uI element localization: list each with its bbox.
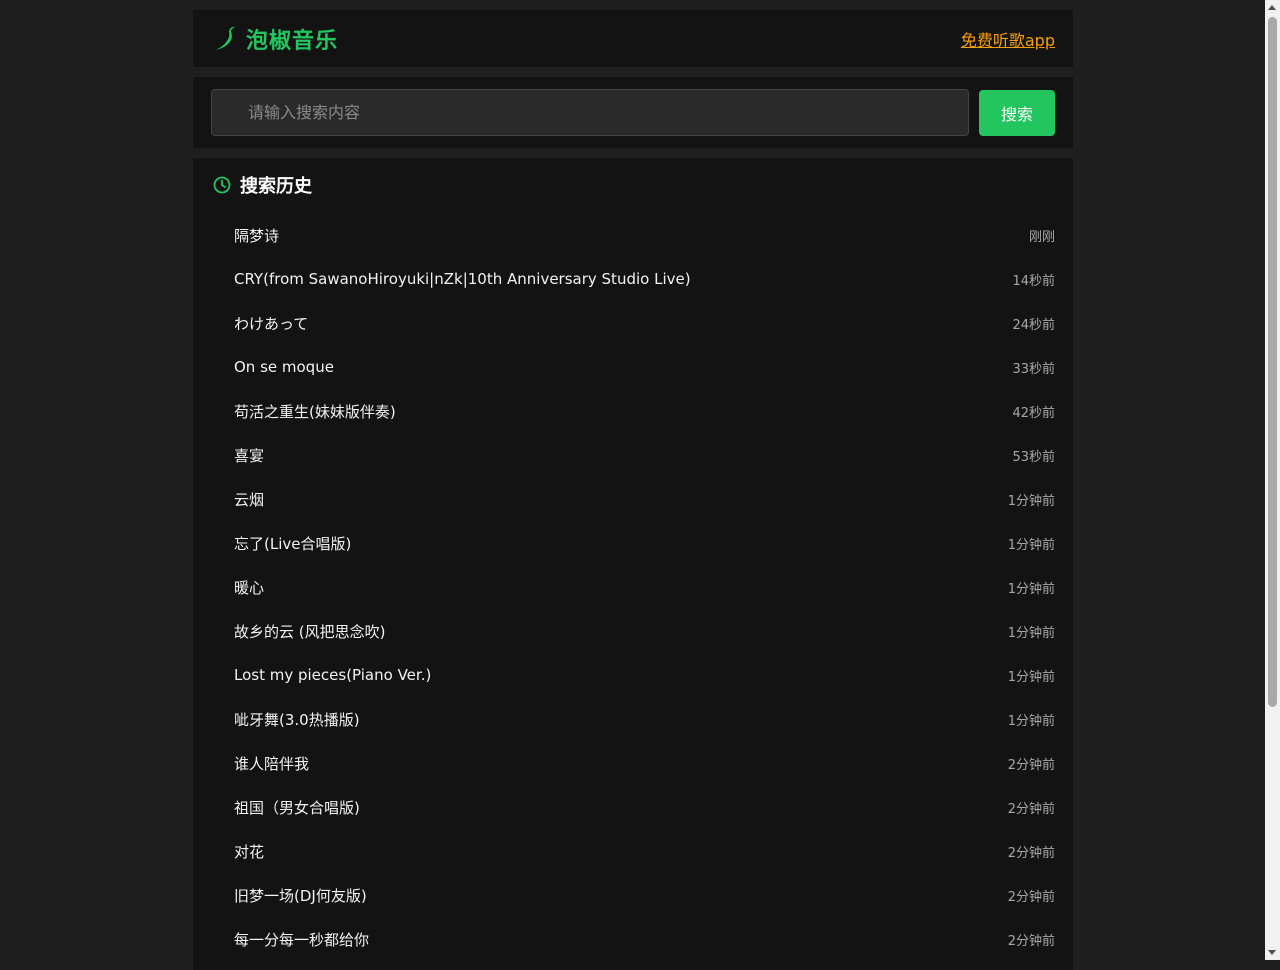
- history-item-title: 云烟: [234, 490, 265, 509]
- history-item-time: 2分钟前: [1007, 845, 1055, 861]
- search-history-list: 隔梦诗 刚刚 CRY(from SawanoHiroyuki|nZk|10th An…: [213, 213, 1055, 961]
- clock-icon: [213, 176, 231, 194]
- history-item-time: 1分钟前: [1007, 493, 1055, 509]
- brand-name: 泡椒音乐: [246, 28, 339, 54]
- history-item[interactable]: 喜宴 53秒前: [213, 433, 1055, 477]
- history-item-title: 隔梦诗: [234, 226, 280, 245]
- history-item-title: 旧梦一场(DJ何友版): [234, 886, 367, 905]
- history-item[interactable]: Lost my pieces(Piano Ver.) 1分钟前: [213, 653, 1055, 697]
- history-item[interactable]: 云烟 1分钟前: [213, 477, 1055, 521]
- history-item-time: 2分钟前: [1007, 933, 1055, 949]
- history-item-time: 1分钟前: [1007, 625, 1055, 641]
- history-item-time: 33秒前: [1012, 361, 1055, 377]
- history-item-title: 每一分每一秒都给你: [234, 930, 370, 949]
- history-item-title: Lost my pieces(Piano Ver.): [234, 666, 432, 684]
- history-item[interactable]: CRY(from SawanoHiroyuki|nZk|10th Anniver…: [213, 257, 1055, 301]
- history-item[interactable]: On se moque 33秒前: [213, 345, 1055, 389]
- search-history-header: 搜索历史: [213, 174, 1055, 197]
- history-item-title: わけあって: [234, 314, 309, 333]
- search-history-panel: 搜索历史 隔梦诗 刚刚 CRY(from SawanoHiroyuki|nZk|10…: [193, 158, 1073, 970]
- history-item-time: 1分钟前: [1007, 669, 1055, 685]
- history-item-title: 暖心: [234, 578, 265, 597]
- history-item-title: 呲牙舞(3.0热播版): [234, 710, 360, 729]
- page-container: 泡椒音乐 免费听歌app 搜索 搜索历史 隔梦诗 刚刚 CRY(from Sawan…: [193, 10, 1073, 970]
- chili-pepper-icon: [213, 26, 237, 52]
- page-scrollbar[interactable]: [1265, 0, 1280, 960]
- site-header: 泡椒音乐 免费听歌app: [193, 10, 1073, 67]
- history-item[interactable]: 祖国（男女合唱版) 2分钟前: [213, 785, 1055, 829]
- brand[interactable]: 泡椒音乐: [213, 23, 338, 55]
- free-app-link[interactable]: 免费听歌app: [961, 27, 1055, 51]
- search-button[interactable]: 搜索: [979, 89, 1055, 136]
- history-item-title: 喜宴: [234, 446, 265, 465]
- history-item-title: 故乡的云 (风把思念吹): [234, 622, 386, 641]
- history-item-title: 苟活之重生(妹妹版伴奏): [234, 402, 396, 421]
- history-item-time: 24秒前: [1012, 317, 1055, 333]
- scroll-down-icon[interactable]: [1268, 950, 1276, 955]
- history-item[interactable]: 隔梦诗 刚刚: [213, 213, 1055, 257]
- search-bar: 搜索: [193, 77, 1073, 148]
- history-item[interactable]: わけあって 24秒前: [213, 301, 1055, 345]
- history-item-time: 2分钟前: [1007, 801, 1055, 817]
- history-item-title: 祖国（男女合唱版): [234, 798, 360, 817]
- history-item[interactable]: 对花 2分钟前: [213, 829, 1055, 873]
- history-item-time: 1分钟前: [1007, 713, 1055, 729]
- scrollbar-thumb[interactable]: [1268, 17, 1277, 707]
- history-item-title: 谁人陪伴我: [234, 754, 310, 773]
- scroll-up-icon[interactable]: [1268, 5, 1276, 10]
- history-item-time: 1分钟前: [1007, 581, 1055, 597]
- history-item-time: 刚刚: [1028, 229, 1055, 245]
- history-item-time: 2分钟前: [1007, 757, 1055, 773]
- history-item[interactable]: 旧梦一场(DJ何友版) 2分钟前: [213, 873, 1055, 917]
- search-input[interactable]: [211, 89, 969, 136]
- history-item-time: 53秒前: [1012, 449, 1055, 465]
- history-item-time: 1分钟前: [1007, 537, 1055, 553]
- history-item-time: 2分钟前: [1007, 889, 1055, 905]
- history-item[interactable]: 忘了(Live合唱版) 1分钟前: [213, 521, 1055, 565]
- history-item-title: 忘了(Live合唱版): [234, 534, 352, 553]
- history-item[interactable]: 每一分每一秒都给你 2分钟前: [213, 917, 1055, 961]
- history-item-time: 42秒前: [1012, 405, 1055, 421]
- history-item-title: On se moque: [234, 358, 334, 376]
- history-item[interactable]: 谁人陪伴我 2分钟前: [213, 741, 1055, 785]
- search-history-title: 搜索历史: [240, 176, 312, 197]
- history-item[interactable]: 暖心 1分钟前: [213, 565, 1055, 609]
- history-item[interactable]: 故乡的云 (风把思念吹) 1分钟前: [213, 609, 1055, 653]
- history-item[interactable]: 呲牙舞(3.0热播版) 1分钟前: [213, 697, 1055, 741]
- history-item-title: CRY(from SawanoHiroyuki|nZk|10th Anniver…: [234, 270, 691, 288]
- history-item-title: 对花: [234, 842, 265, 861]
- history-item-time: 14秒前: [1012, 273, 1055, 289]
- history-item[interactable]: 苟活之重生(妹妹版伴奏) 42秒前: [213, 389, 1055, 433]
